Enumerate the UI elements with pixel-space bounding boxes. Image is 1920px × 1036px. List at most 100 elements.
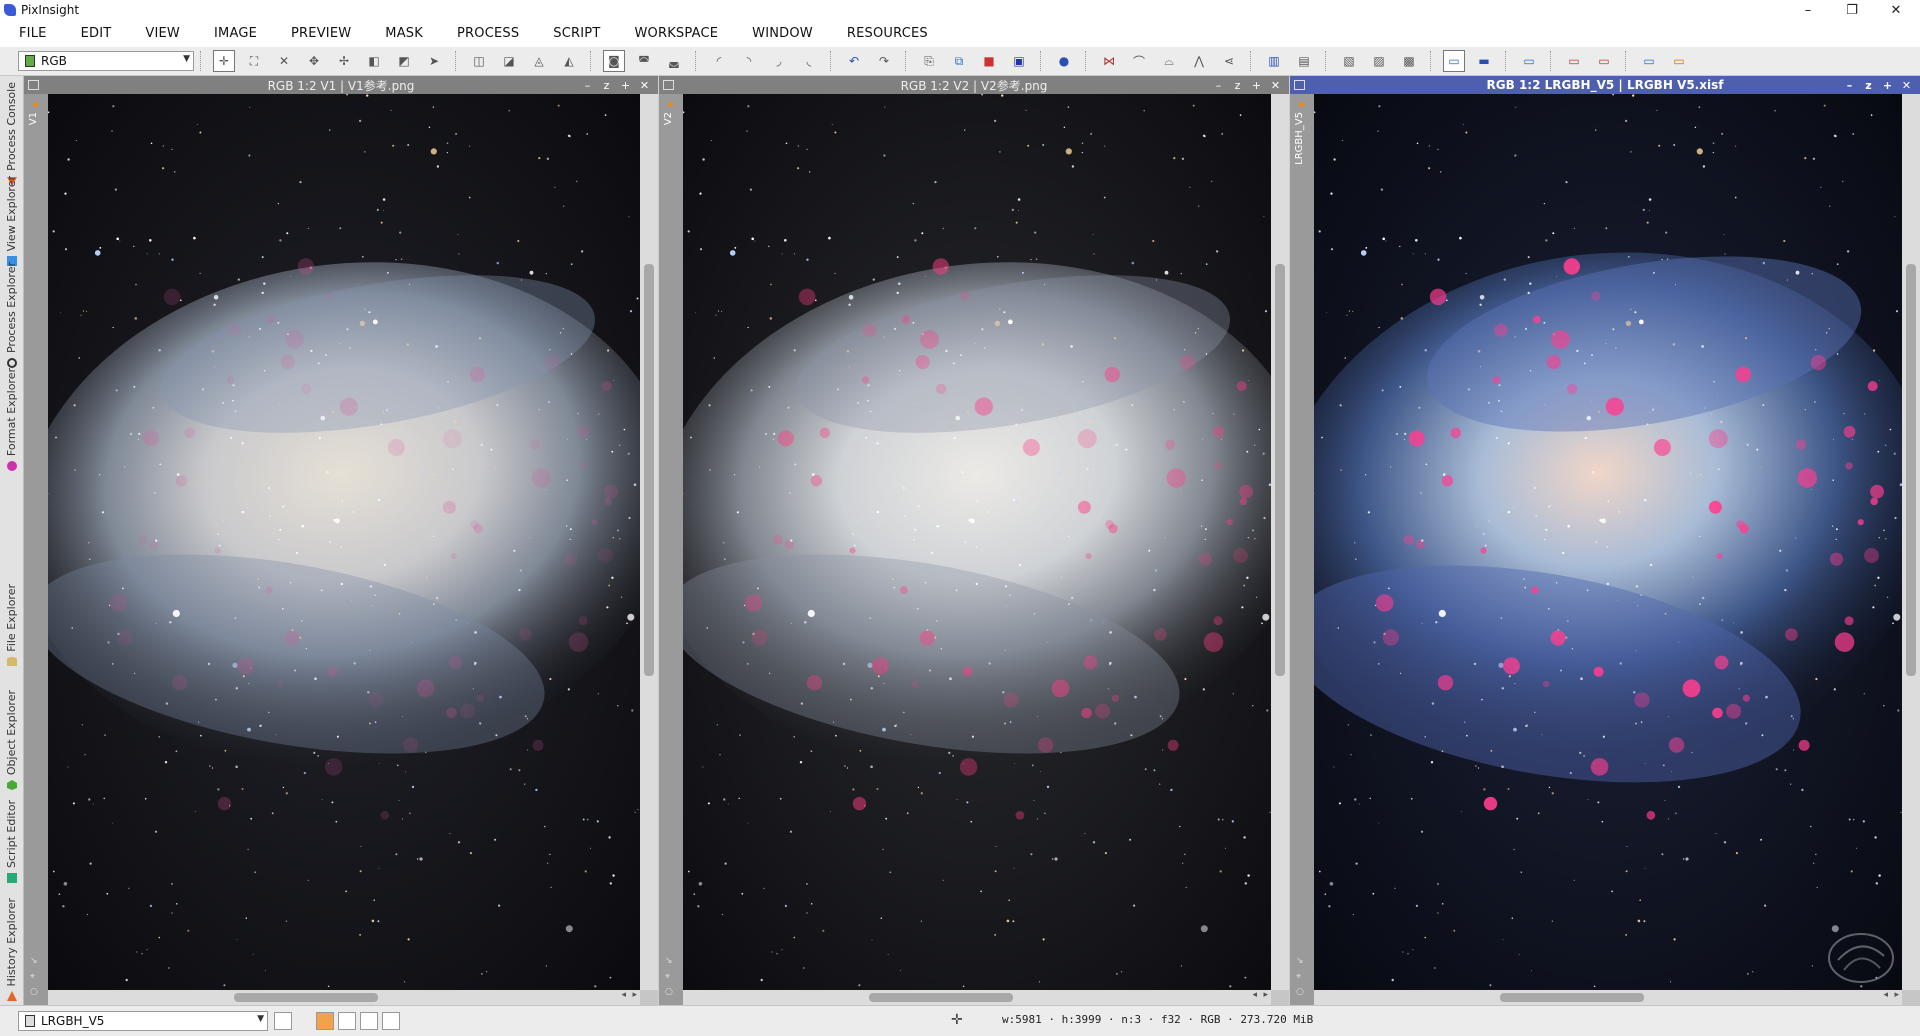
window-minimize-button[interactable]: z [1859, 79, 1878, 92]
window-close-button[interactable]: ✕ [1266, 79, 1285, 92]
image-window-titlebar[interactable]: RGB 1:2 LRGBH_V5 | LRGBH V5.xisf – z + ✕ [1290, 76, 1920, 94]
menu-workspace[interactable]: WORKSPACE [615, 26, 733, 41]
menu-image[interactable]: IMAGE [195, 26, 272, 41]
preview-mode-icon[interactable]: ◙ [603, 50, 625, 72]
image-canvas[interactable] [683, 94, 1271, 990]
window-close-button[interactable]: ✕ [1874, 0, 1918, 20]
layout-icon[interactable]: ▥ [1263, 50, 1285, 72]
channel-box-button[interactable] [360, 1012, 378, 1030]
dock-tab-history-explorer[interactable]: History Explorer [0, 898, 23, 1002]
monitor-settings-icon[interactable]: ▭ [1668, 50, 1690, 72]
arrange-icon[interactable]: ▨ [1368, 50, 1390, 72]
scroll-right-icon[interactable]: ▸ [1894, 990, 1899, 1000]
cascade-icon[interactable]: ▧ [1338, 50, 1360, 72]
screen-save-icon[interactable]: ▬ [1473, 50, 1495, 72]
preview-icon[interactable]: ◩ [393, 50, 415, 72]
image-window-v1[interactable]: RGB 1:2 V1 | V1参考.png – z + ✕ V1 ↘ ⌖ ⎔ ◂… [24, 76, 658, 1005]
monitor-out-icon[interactable]: ▭ [1638, 50, 1660, 72]
menu-file[interactable]: FILE [0, 26, 62, 41]
rotate-icon[interactable]: ⌒ [1128, 50, 1150, 72]
lock-icon[interactable]: ⎔ [1296, 988, 1306, 998]
stf-reset-icon[interactable]: ◞ [768, 50, 790, 72]
dock-tab-format-explorer[interactable]: Format Explorer [0, 368, 23, 472]
pan-icon[interactable]: ✥ [303, 50, 325, 72]
scroll-thumb[interactable] [1275, 264, 1285, 676]
clone-icon[interactable]: ⎘ [918, 50, 940, 72]
monitor-green-icon[interactable]: ▭ [1593, 50, 1615, 72]
monitor-red-icon[interactable]: ▭ [1563, 50, 1585, 72]
zoom-fit-icon[interactable]: ✛ [213, 50, 235, 72]
window-close-button[interactable]: ✕ [635, 79, 654, 92]
redo-icon[interactable]: ↷ [873, 50, 895, 72]
scroll-thumb[interactable] [644, 264, 654, 676]
preview-new-icon[interactable]: ◚ [633, 50, 655, 72]
scroll-left-icon[interactable]: ◂ [621, 990, 626, 1000]
window-minimize-button[interactable]: z [1228, 79, 1247, 92]
dock-tab-object-explorer[interactable]: Object Explorer [0, 690, 23, 791]
link-icon[interactable]: ⌖ [665, 972, 675, 982]
view-id-tab[interactable]: V1 [28, 112, 39, 125]
center-icon[interactable]: ✢ [333, 50, 355, 72]
menu-edit[interactable]: EDIT [62, 26, 127, 41]
link-icon[interactable]: ⌖ [1296, 972, 1306, 982]
image-canvas[interactable] [48, 94, 640, 990]
stf-icon[interactable]: ◜ [708, 50, 730, 72]
window-shade-button[interactable]: – [578, 79, 597, 92]
preview-delete-icon[interactable]: ◛ [663, 50, 685, 72]
mirror-v-icon[interactable]: ⋖ [1218, 50, 1240, 72]
scroll-thumb[interactable] [869, 993, 1013, 1002]
zoom-in-icon[interactable]: ⛶ [243, 50, 265, 72]
mask-show-icon[interactable]: ◫ [468, 50, 490, 72]
window-maximize-button[interactable]: ❐ [1830, 0, 1874, 20]
window-shade-button[interactable]: – [1840, 79, 1859, 92]
scroll-right-icon[interactable]: ▸ [632, 990, 637, 1000]
stf-auto-icon[interactable]: ◝ [738, 50, 760, 72]
link-icon[interactable]: ⌖ [30, 972, 40, 982]
zoom-out-icon[interactable]: ✕ [273, 50, 295, 72]
readout-icon[interactable]: ◧ [363, 50, 385, 72]
rgb-channels-icon[interactable]: ■ [978, 50, 1000, 72]
view-id-tab[interactable]: LRGBH_V5 [1294, 112, 1305, 165]
vertical-scrollbar[interactable] [1271, 94, 1289, 990]
flip-icon[interactable]: ⋈ [1098, 50, 1120, 72]
pointer-icon[interactable]: ➤ [423, 50, 445, 72]
scroll-left-icon[interactable]: ◂ [1252, 990, 1257, 1000]
iconize-icon[interactable]: ▩ [1398, 50, 1420, 72]
horizontal-scrollbar[interactable]: ◂ ▸ [48, 990, 640, 1005]
pin-icon[interactable]: ↘ [30, 956, 40, 966]
menu-resources[interactable]: RESOURCES [828, 26, 943, 41]
image-canvas[interactable] [1314, 94, 1902, 990]
view-options-button[interactable] [274, 1012, 292, 1030]
lock-icon[interactable]: ⎔ [665, 988, 675, 998]
channel-box-button[interactable] [338, 1012, 356, 1030]
dock-tab-process-console[interactable]: Process Console [0, 82, 23, 187]
screen-icon[interactable]: ▭ [1443, 50, 1465, 72]
vertical-scrollbar[interactable] [1902, 94, 1920, 990]
status-view-selector[interactable]: LRGBH_V5 ▼ [18, 1011, 268, 1031]
mask-enable-icon[interactable]: ◪ [498, 50, 520, 72]
menu-window[interactable]: WINDOW [733, 26, 828, 41]
horizontal-scrollbar[interactable]: ◂ ▸ [683, 990, 1271, 1005]
dock-tab-process-explorer[interactable]: Process Explorer [0, 262, 23, 369]
monitor-icon[interactable]: ▭ [1518, 50, 1540, 72]
color-space-icon[interactable]: ● [1053, 50, 1075, 72]
window-maximize-button[interactable]: + [616, 79, 635, 92]
view-id-tab[interactable]: V2 [663, 112, 674, 125]
duplicate-icon[interactable]: ⧉ [948, 50, 970, 72]
channel-extract-icon[interactable]: ▣ [1008, 50, 1030, 72]
scroll-left-icon[interactable]: ◂ [1883, 990, 1888, 1000]
window-minimize-button[interactable]: – [1786, 0, 1830, 20]
dock-tab-script-editor[interactable]: Script Editor [0, 800, 23, 884]
mask-remove-icon[interactable]: ◭ [558, 50, 580, 72]
scroll-right-icon[interactable]: ▸ [1263, 990, 1268, 1000]
stf-link-icon[interactable]: ◟ [798, 50, 820, 72]
lock-icon[interactable]: ⎔ [30, 988, 40, 998]
vertical-scrollbar[interactable] [640, 94, 658, 990]
scroll-thumb[interactable] [1500, 993, 1644, 1002]
view-selector-combo[interactable]: RGB ▼ [18, 51, 194, 71]
mask-invert-icon[interactable]: ◬ [528, 50, 550, 72]
menu-view[interactable]: VIEW [126, 26, 195, 41]
pin-icon[interactable]: ↘ [1296, 956, 1306, 966]
undo-icon[interactable]: ↶ [843, 50, 865, 72]
menu-preview[interactable]: PREVIEW [272, 26, 366, 41]
